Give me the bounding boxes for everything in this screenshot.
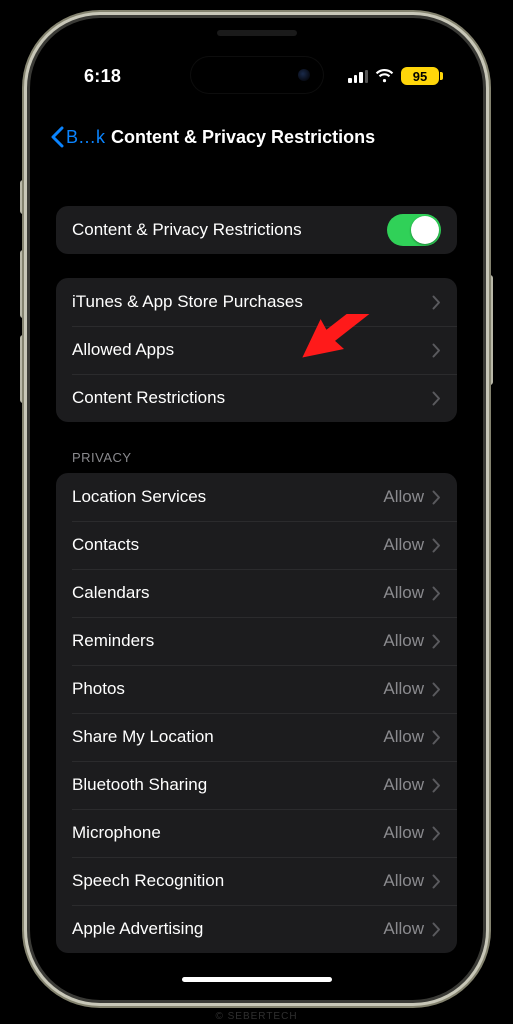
chevron-right-icon [432, 538, 441, 553]
chevron-right-icon [432, 874, 441, 889]
row-label: Contacts [72, 535, 383, 555]
row-share-my-location[interactable]: Share My Location Allow [56, 713, 457, 761]
toggle-knob [411, 216, 439, 244]
chevron-right-icon [432, 682, 441, 697]
row-microphone[interactable]: Microphone Allow [56, 809, 457, 857]
chevron-right-icon [432, 586, 441, 601]
row-label: Content & Privacy Restrictions [72, 220, 387, 240]
content-area: Content & Privacy Restrictions iTunes & … [38, 176, 475, 962]
chevron-right-icon [432, 634, 441, 649]
row-label: Allowed Apps [72, 340, 432, 360]
side-button-volume-up [20, 250, 26, 318]
row-location-services[interactable]: Location Services Allow [56, 473, 457, 521]
page-title: Content & Privacy Restrictions [111, 127, 463, 148]
row-content-restrictions[interactable]: Content Restrictions [56, 374, 457, 422]
back-button[interactable]: B…k [50, 126, 105, 148]
row-label: Bluetooth Sharing [72, 775, 383, 795]
screen: 6:18 95 [38, 26, 475, 992]
phone-frame: 6:18 95 [30, 18, 483, 1000]
toggle-switch[interactable] [387, 214, 441, 246]
group-main: iTunes & App Store Purchases Allowed App… [56, 278, 457, 422]
nav-bar: B…k Content & Privacy Restrictions [38, 114, 475, 160]
status-time: 6:18 [84, 66, 121, 87]
row-itunes-appstore[interactable]: iTunes & App Store Purchases [56, 278, 457, 326]
earpiece [217, 30, 297, 36]
chevron-right-icon [432, 343, 441, 358]
group-master-toggle: Content & Privacy Restrictions [56, 206, 457, 254]
back-label: B…k [66, 127, 105, 148]
side-button-power [487, 275, 493, 385]
row-content-privacy-toggle[interactable]: Content & Privacy Restrictions [56, 206, 457, 254]
status-bar: 6:18 95 [38, 58, 475, 94]
row-label: Photos [72, 679, 383, 699]
row-value: Allow [383, 535, 424, 555]
status-indicators: 95 [348, 67, 439, 85]
side-button-volume-down [20, 335, 26, 403]
row-value: Allow [383, 775, 424, 795]
chevron-left-icon [50, 126, 64, 148]
chevron-right-icon [432, 826, 441, 841]
row-label: Apple Advertising [72, 919, 383, 939]
row-value: Allow [383, 679, 424, 699]
chevron-right-icon [432, 490, 441, 505]
row-label: Calendars [72, 583, 383, 603]
chevron-right-icon [432, 730, 441, 745]
row-contacts[interactable]: Contacts Allow [56, 521, 457, 569]
row-speech-recognition[interactable]: Speech Recognition Allow [56, 857, 457, 905]
row-label: Microphone [72, 823, 383, 843]
row-value: Allow [383, 583, 424, 603]
row-bluetooth-sharing[interactable]: Bluetooth Sharing Allow [56, 761, 457, 809]
row-value: Allow [383, 871, 424, 891]
cellular-signal-icon [348, 70, 368, 83]
row-label: Reminders [72, 631, 383, 651]
row-value: Allow [383, 823, 424, 843]
row-allowed-apps[interactable]: Allowed Apps [56, 326, 457, 374]
row-apple-advertising[interactable]: Apple Advertising Allow [56, 905, 457, 953]
row-label: Share My Location [72, 727, 383, 747]
row-label: Speech Recognition [72, 871, 383, 891]
row-value: Allow [383, 487, 424, 507]
row-label: iTunes & App Store Purchases [72, 292, 432, 312]
watermark: © SEBERTECH [215, 1011, 297, 1022]
group-privacy: Location Services Allow Contacts Allow C… [56, 473, 457, 953]
chevron-right-icon [432, 295, 441, 310]
row-label: Location Services [72, 487, 383, 507]
section-header-privacy: Privacy [72, 450, 457, 465]
row-value: Allow [383, 631, 424, 651]
row-reminders[interactable]: Reminders Allow [56, 617, 457, 665]
wifi-icon [375, 69, 394, 83]
row-calendars[interactable]: Calendars Allow [56, 569, 457, 617]
row-value: Allow [383, 919, 424, 939]
battery-indicator: 95 [401, 67, 439, 85]
row-label: Content Restrictions [72, 388, 432, 408]
home-indicator[interactable] [182, 977, 332, 982]
chevron-right-icon [432, 778, 441, 793]
row-photos[interactable]: Photos Allow [56, 665, 457, 713]
chevron-right-icon [432, 922, 441, 937]
side-button-silence [20, 180, 26, 214]
chevron-right-icon [432, 391, 441, 406]
row-value: Allow [383, 727, 424, 747]
battery-text: 95 [413, 69, 427, 84]
